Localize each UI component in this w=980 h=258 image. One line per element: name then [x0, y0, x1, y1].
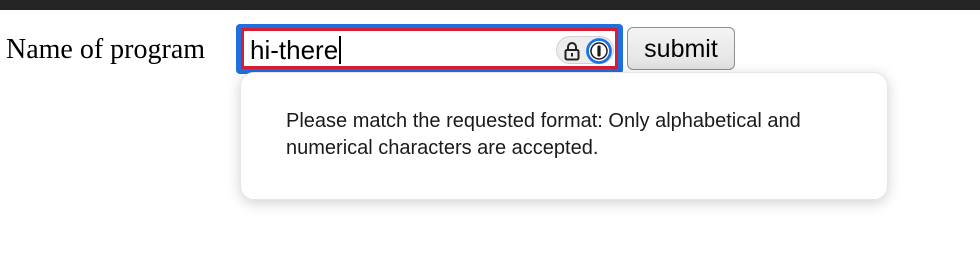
- password-manager-widget[interactable]: [556, 36, 614, 64]
- lock-icon[interactable]: [563, 41, 581, 61]
- program-name-label: Name of program: [6, 34, 206, 65]
- program-name-input[interactable]: hi-there: [241, 28, 618, 69]
- window-top-bar: [0, 0, 980, 10]
- submit-button[interactable]: submit: [627, 27, 735, 70]
- program-name-input-value: hi-there: [250, 35, 339, 65]
- validation-tooltip: Please match the requested format: Only …: [240, 72, 888, 200]
- password-manager-logo-icon[interactable]: [586, 38, 612, 64]
- text-caret: [339, 36, 342, 64]
- program-name-form: Name of program hi-there submit: [0, 24, 980, 76]
- validation-message: Please match the requested format: Only …: [286, 110, 801, 159]
